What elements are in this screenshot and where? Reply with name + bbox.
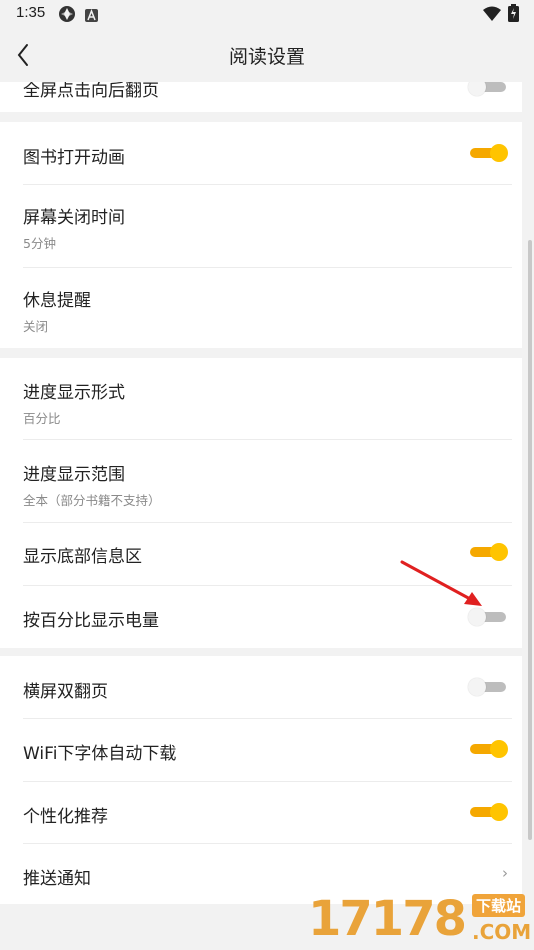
setting-wifi-font-download[interactable]: WiFi下字体自动下载 [0, 719, 522, 781]
setting-value: 全本（部分书籍不支持） [23, 493, 161, 508]
chevron-right-icon: › [502, 864, 508, 882]
setting-label: 屏幕关闭时间 [23, 208, 125, 228]
settings-section: 全屏点击向后翻页 [0, 82, 522, 112]
setting-label: 推送通知 [23, 869, 91, 889]
setting-personalized-recommend[interactable]: 个性化推荐 [0, 782, 522, 843]
settings-list[interactable]: 全屏点击向后翻页 图书打开动画 屏幕关闭时间 5分钟 休息提醒 关闭 进度显示形… [0, 82, 534, 950]
setting-rest-reminder[interactable]: 休息提醒 关闭 [0, 268, 522, 348]
setting-value: 百分比 [23, 411, 61, 426]
setting-label: 休息提醒 [23, 291, 91, 311]
setting-value: 5分钟 [23, 236, 56, 251]
watermark-number: 17178 [308, 891, 467, 947]
a-badge-icon [85, 7, 98, 26]
setting-fullscreen-tap-next-page[interactable]: 全屏点击向后翻页 [0, 82, 522, 112]
watermark-domain: .COM [472, 920, 532, 944]
setting-progress-format[interactable]: 进度显示形式 百分比 [0, 358, 522, 439]
setting-landscape-double-page[interactable]: 横屏双翻页 [0, 656, 522, 718]
settings-section: 横屏双翻页 WiFi下字体自动下载 个性化推荐 推送通知 › [0, 656, 522, 904]
status-bar: 1:35 [0, 0, 534, 28]
watermark-badge: 下载站 [472, 894, 526, 917]
setting-label: 进度显示范围 [23, 465, 125, 485]
watermark-logo: 17178 下载站 .COM [308, 888, 534, 950]
setting-label: 全屏点击向后翻页 [23, 82, 159, 101]
setting-label: 进度显示形式 [23, 383, 125, 403]
status-time: 1:35 [16, 4, 46, 21]
setting-label: 横屏双翻页 [23, 682, 108, 702]
setting-label: 显示底部信息区 [23, 547, 142, 567]
toggle-switch[interactable] [468, 738, 508, 760]
settings-section: 图书打开动画 屏幕关闭时间 5分钟 休息提醒 关闭 [0, 122, 522, 348]
toggle-switch[interactable] [468, 142, 508, 164]
setting-label: 按百分比显示电量 [23, 611, 159, 631]
toggle-switch[interactable] [468, 676, 508, 698]
battery-charging-icon [508, 4, 519, 26]
setting-screen-off-time[interactable]: 屏幕关闭时间 5分钟 [0, 185, 522, 267]
page-title: 阅读设置 [228, 46, 305, 68]
annotation-arrow-icon [400, 560, 482, 606]
wifi-icon [483, 6, 501, 25]
setting-book-open-animation[interactable]: 图书打开动画 [0, 122, 522, 184]
app-bar: 阅读设置 [0, 28, 534, 82]
toggle-switch[interactable] [468, 801, 508, 823]
scrollbar[interactable] [528, 240, 532, 840]
setting-progress-range[interactable]: 进度显示范围 全本（部分书籍不支持） [0, 440, 522, 522]
toggle-switch[interactable] [468, 82, 508, 98]
shutter-icon [58, 5, 76, 27]
setting-label: 个性化推荐 [23, 807, 108, 827]
setting-label: WiFi下字体自动下载 [23, 744, 177, 764]
setting-value: 关闭 [23, 319, 49, 334]
setting-label: 图书打开动画 [23, 148, 125, 168]
